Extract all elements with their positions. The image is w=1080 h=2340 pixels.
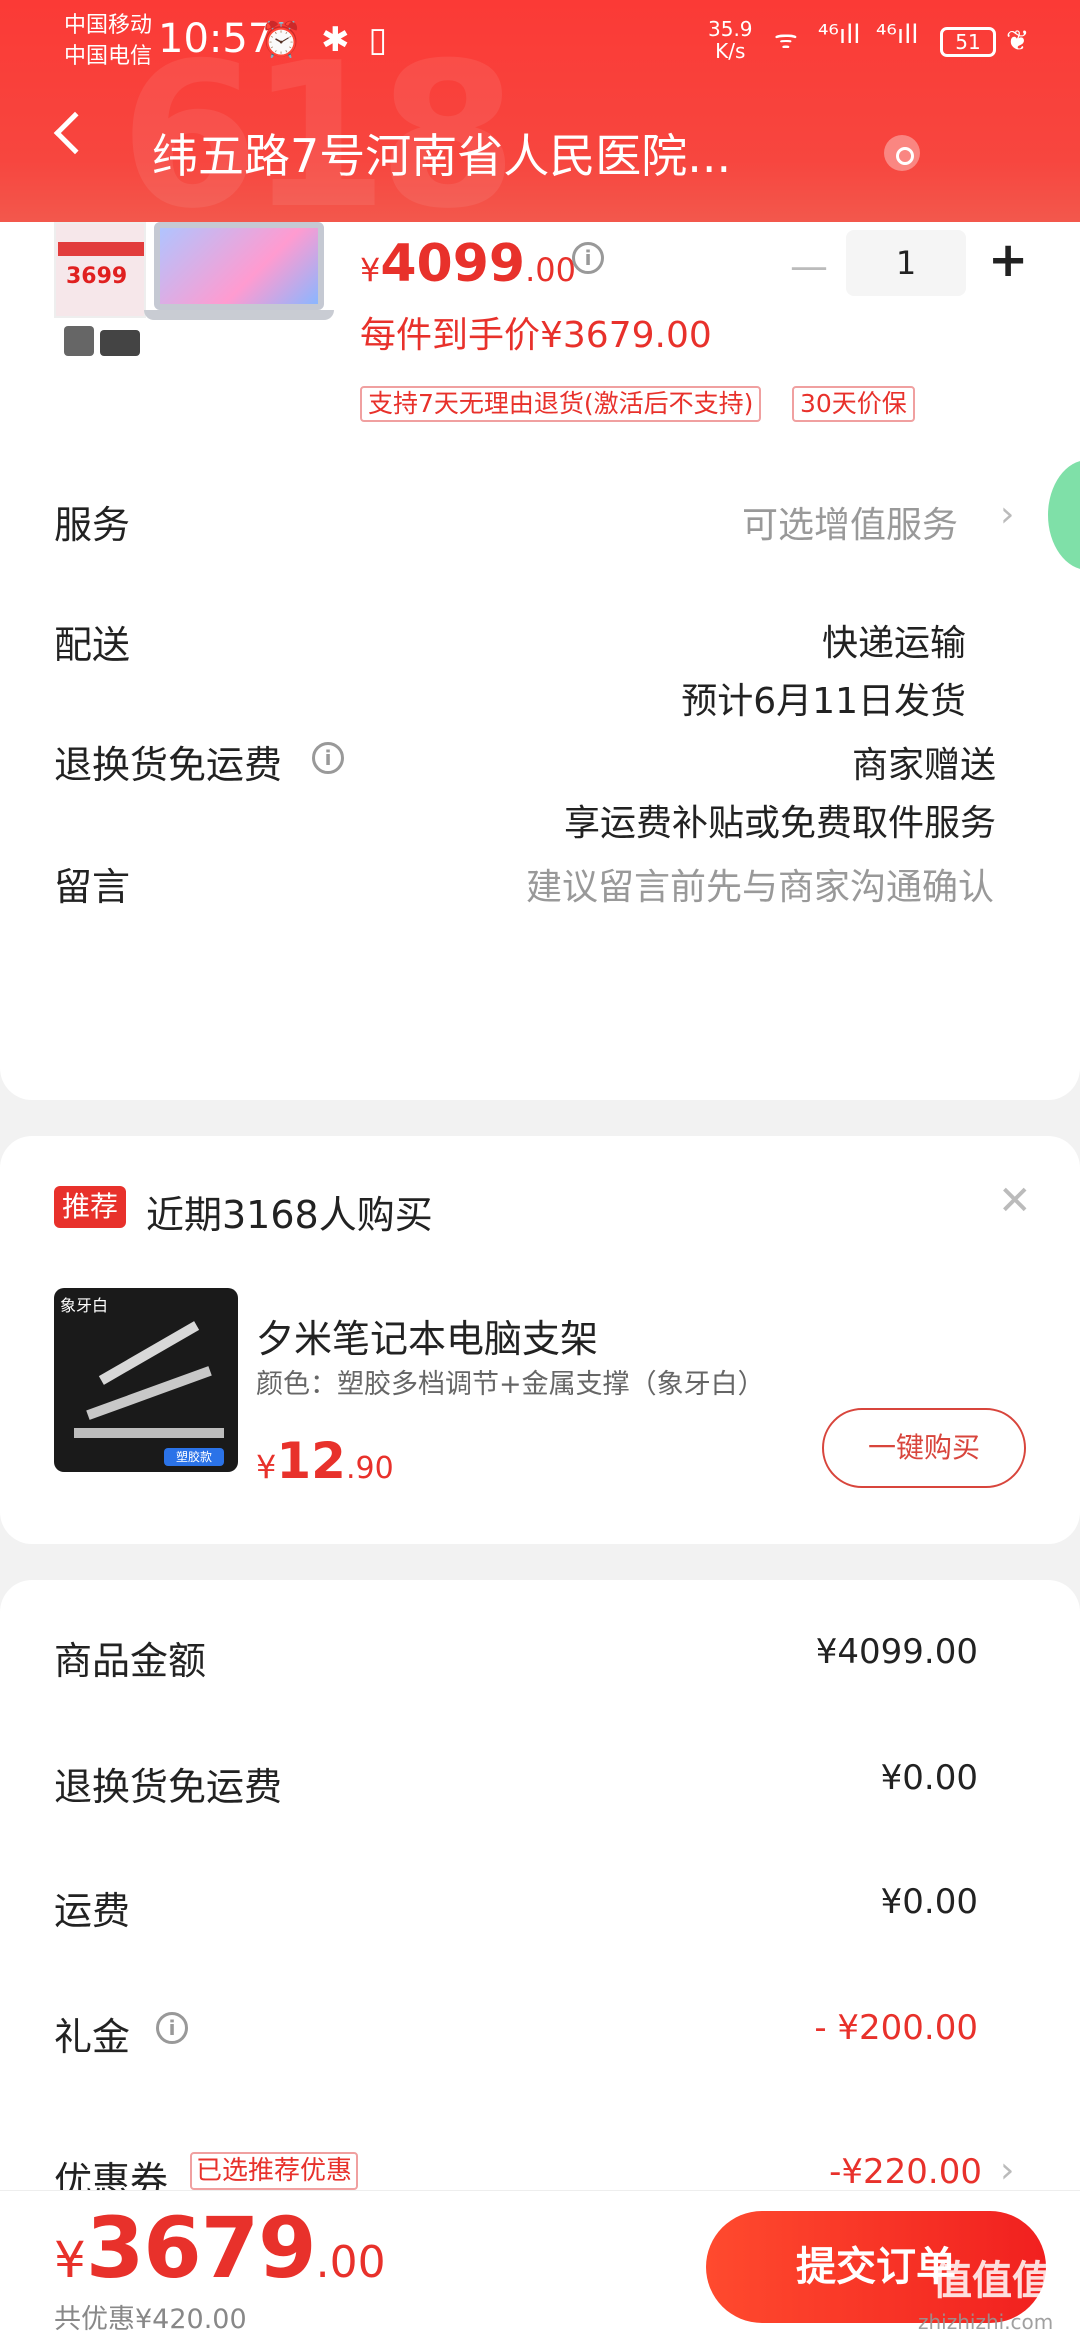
watermark-logo: 值值值 [932,2258,1052,2304]
return-shipping-desc: 享运费补贴或免费取件服务 [563,803,996,844]
net-speed-unit: K/s [715,39,746,63]
total-symbol: ¥ [54,2231,86,2289]
net-speed-value: 35.9 [708,17,753,41]
coupon-value[interactable]: -¥220.00 [829,2152,982,2192]
return-policy-badge: 支持7天无理由退货(激活后不支持) [360,386,762,422]
signal-icon-1: ⁴⁶ıll [818,20,861,50]
status-bar: 中国移动 中国电信 10:57 ⏰ ✱ ▯ 35.9 K/s ᯤ ⁴⁶ıll ⁴… [0,0,1080,80]
service-value[interactable]: 可选增值服务 [742,496,958,548]
image-color-label: 象牙白 [60,1296,109,1315]
price-protect-badge: 30天价保 [792,386,915,422]
leaf-icon: ❦ [1006,24,1030,57]
promo-box: 3699 [54,222,146,318]
delivery-date: 预计6月11日发货 [681,681,966,722]
rec-price-integer: 12 [276,1432,346,1490]
price-decimal: .00 [525,251,576,289]
image-badge: 塑胶款 [164,1448,224,1466]
gift-value: - ¥200.00 [814,2008,978,2048]
stand-product-image[interactable]: 象牙白 塑胶款 [54,1288,238,1472]
recommend-title[interactable]: 夕米笔记本电脑支架 [256,1308,598,1363]
header-bar: 618 中国移动 中国电信 10:57 ⏰ ✱ ▯ 35.9 K/s ᯤ ⁴⁶ı… [0,0,1080,230]
carrier-labels: 中国移动 中国电信 [64,10,152,72]
return-info-icon[interactable]: i [312,742,344,774]
wifi-icon: ᯤ [774,25,798,55]
signal-icon-2: ⁴⁶ıll [876,20,919,50]
return-fee-label: 退换货免运费 [54,1765,283,1809]
chevron-right-icon[interactable]: › [1000,494,1014,535]
one-click-buy-button[interactable]: 一键购买 [822,1408,1026,1488]
decrease-quantity-button[interactable]: — [790,244,828,288]
service-label: 服务 [54,503,131,547]
return-shipping-label: 退换货免运费 [54,743,283,787]
product-price: ¥4099.00 [360,234,576,294]
net-speed: 35.9 K/s [708,18,753,62]
shipping-value: ¥0.00 [880,1882,978,1922]
location-pin-icon[interactable] [884,135,920,171]
price-info-icon[interactable]: i [572,242,604,274]
recommend-color: 颜色：塑胶多档调节+金属支撑（象牙白） [256,1369,765,1400]
watermark-url: zhizhizhi.com [918,2310,1054,2334]
return-fee-value: ¥0.00 [880,1758,978,1798]
coupon-chevron-icon[interactable]: › [1000,2150,1014,2191]
total-saving: 共优惠¥420.00 [54,2304,247,2335]
laptop-image [154,222,324,310]
order-item-card: 3699 ¥4099.00 i — 1 + 每件到手价¥3679.00 支持7天… [0,222,1080,1100]
message-input[interactable]: 建议留言前先与商家沟通确认 [526,858,994,910]
price-symbol: ¥ [360,251,381,289]
goods-amount-label: 商品金额 [54,1639,207,1683]
total-price: ¥3679.00 [54,2199,386,2297]
total-decimal: .00 [315,2237,386,2288]
return-shipping-value: 商家赠送 [851,745,996,786]
recommend-price: ¥12.90 [256,1432,394,1490]
clock: 10:57 [158,16,274,62]
back-arrow-icon[interactable] [53,111,97,155]
delivery-label: 配送 [54,623,131,667]
shipping-label: 运费 [54,1889,131,1933]
total-integer: 3679 [85,2199,317,2297]
recommendation-card: 推荐 近期3168人购买 ✕ 象牙白 塑胶款 夕米笔记本电脑支架 颜色：塑胶多档… [0,1136,1080,1544]
gift-label: 礼金 [54,2015,131,2059]
carrier-1: 中国移动 [64,13,153,38]
goods-amount-value: ¥4099.00 [815,1632,978,1672]
carrier-2: 中国电信 [64,44,153,69]
coupon-selected-tag: 已选推荐优惠 [190,2152,359,2190]
recommend-tag: 推荐 [54,1186,127,1228]
message-label: 留言 [54,865,131,909]
increase-quantity-button[interactable]: + [988,232,1028,288]
rec-price-decimal: .90 [345,1451,394,1486]
laptop-base [144,310,334,320]
rec-price-symbol: ¥ [256,1448,277,1486]
close-icon[interactable]: ✕ [998,1178,1032,1224]
stand-bar-3 [74,1428,224,1438]
each-arrive-price: 每件到手价¥3679.00 [360,315,712,356]
thumb-price: 3699 [66,264,128,289]
product-thumbnail[interactable]: 3699 [54,222,334,362]
promo-strip [58,242,144,256]
delivery-method: 快递运输 [821,623,966,664]
recent-buyers: 近期3168人购买 [146,1193,433,1237]
battery-icon: 51 [940,27,996,57]
quantity-field[interactable]: 1 [846,230,966,296]
price-integer: 4099 [380,234,526,294]
bag-image [64,326,94,356]
accessory-image [100,330,140,356]
delivery-address[interactable]: 纬五路7号河南省人民医院... [152,120,731,186]
status-icons: ⏰ ✱ ▯ [260,20,392,60]
gift-info-icon[interactable]: i [156,2012,188,2044]
